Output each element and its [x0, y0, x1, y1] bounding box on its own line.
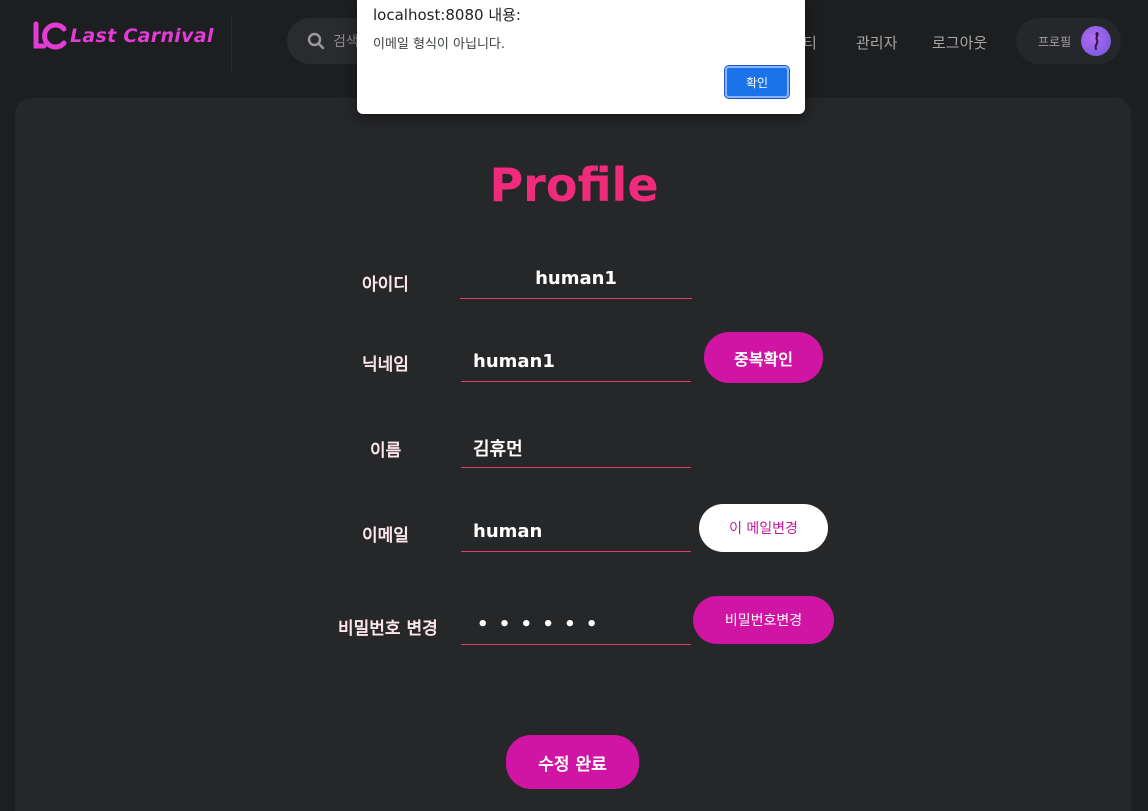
name-input[interactable]: 김휴먼	[461, 428, 691, 468]
dialog-title: localhost:8080 내용:	[373, 6, 521, 24]
nickname-label: 닉네임	[362, 355, 409, 375]
password-input[interactable]: • • • • • •	[461, 605, 691, 645]
search-placeholder: 검색	[333, 34, 359, 50]
avatar[interactable]	[1081, 26, 1111, 56]
password-value: • • • • • •	[477, 614, 600, 635]
id-value: human1	[535, 268, 617, 289]
nav-item-admin[interactable]: 관리자	[856, 32, 897, 53]
password-label: 비밀번호 변경	[338, 619, 438, 639]
name-label: 이름	[370, 441, 402, 461]
dialog-ok-button[interactable]: 확인	[724, 65, 790, 99]
email-change-button[interactable]: 이 메일변경	[699, 504, 828, 552]
nav-item-community[interactable]: 티	[803, 32, 817, 53]
password-change-button[interactable]: 비밀번호변경	[693, 596, 834, 644]
search-icon	[307, 32, 325, 50]
page-title: Profile	[489, 158, 659, 212]
site-logo[interactable]: Last Carnival	[30, 18, 214, 54]
alert-dialog: localhost:8080 내용: 이메일 형식이 아닙니다. 확인	[357, 0, 805, 114]
email-value: human	[473, 521, 543, 542]
name-value: 김휴먼	[473, 438, 523, 460]
avatar-figure-icon	[1094, 32, 1099, 50]
nickname-input[interactable]: human1	[461, 342, 691, 382]
duplicate-check-button[interactable]: 중복확인	[704, 332, 823, 383]
submit-button[interactable]: 수정 완료	[506, 735, 639, 789]
dialog-message: 이메일 형식이 아닙니다.	[373, 37, 505, 52]
id-field: human1	[460, 259, 692, 299]
id-label: 아이디	[362, 275, 409, 295]
header-divider	[231, 16, 232, 72]
email-input[interactable]: human	[461, 512, 691, 552]
nav-item-logout[interactable]: 로그아웃	[932, 32, 987, 53]
profile-label: 프로필	[1038, 34, 1072, 49]
profile-menu[interactable]: 프로필	[1016, 18, 1121, 64]
logo-text: Last Carnival	[70, 25, 214, 47]
email-label: 이메일	[362, 526, 409, 546]
nickname-value: human1	[473, 351, 555, 372]
logo-icon	[33, 21, 67, 50]
